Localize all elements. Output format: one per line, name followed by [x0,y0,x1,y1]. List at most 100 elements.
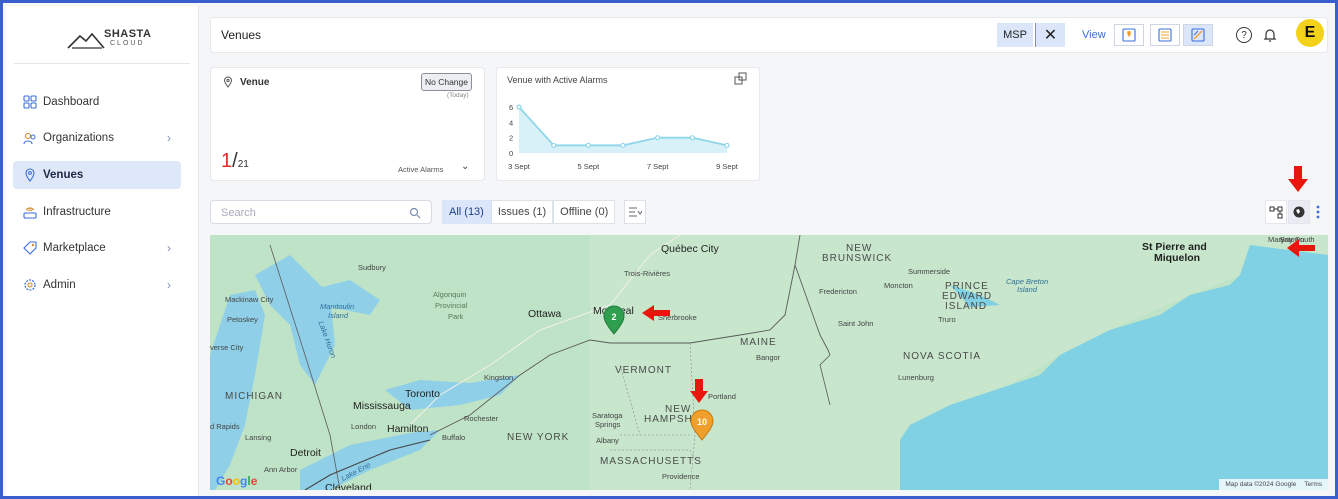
filter-issues[interactable]: Issues (1) [490,200,554,224]
map-label-saint-john: Saint John [838,319,874,328]
data-point[interactable] [585,142,591,148]
help-icon[interactable]: ? [1236,27,1252,43]
map-label-truro: Truro [938,315,956,324]
msp-chip[interactable]: MSP [997,23,1033,47]
annotation-arrow-left [642,305,670,321]
router-icon [23,205,37,219]
sidebar-item-label: Venues [43,169,84,181]
map-label-grand-rapids: d Rapids [210,422,240,431]
venue-cluster-marker[interactable]: 10 [689,409,715,441]
marker-count: 10 [697,417,707,427]
sidebar-item-admin[interactable]: Admin › [13,271,181,299]
avatar[interactable]: E [1296,19,1324,47]
y-tick-label: 0 [509,149,513,158]
annotation-arrow-left [1287,239,1315,257]
sidebar-item-infrastructure[interactable]: Infrastructure [13,198,181,226]
filter-list-icon [629,207,642,217]
data-point[interactable] [551,142,557,148]
map-label-london: London [351,422,377,431]
page-title: Venues [221,28,262,42]
total-count: 21 [237,159,249,170]
y-tick-label: 4 [509,118,513,127]
map-label-providence: Providence [662,472,700,481]
clear-msp-button[interactable]: ✕ [1035,23,1065,47]
map-label-kingston: Kingston [484,373,514,382]
data-point[interactable] [724,142,730,148]
more-options-button[interactable] [1311,200,1325,224]
map-label-buffalo: Buffalo [442,433,466,442]
map-terrain [210,235,1328,490]
map-label-portland: Portland [708,392,736,401]
search-input[interactable]: Search [210,200,432,224]
gear-icon [23,278,37,292]
list-view-icon [1158,28,1172,42]
sidebar-item-marketplace[interactable]: Marketplace › [13,234,181,262]
chevron-down-icon[interactable]: ⌄ [461,161,469,172]
venue-cluster-marker[interactable]: 2 [602,305,626,335]
map-label-petoskey: Petoskey [227,315,258,324]
y-tick-label: 6 [509,103,513,112]
grid-view-icon [1191,28,1205,42]
notification-bell-icon[interactable] [1263,27,1277,43]
active-count: 1 [221,150,233,172]
brand-name: SHASTA [104,28,152,40]
map-terms-link[interactable]: Terms [1304,481,1322,488]
filter-all[interactable]: All (13) [442,200,491,224]
map-label-cape-breton-2: Island [1017,285,1038,294]
data-point[interactable] [655,135,661,141]
sidebar-item-label: Dashboard [43,96,100,108]
sidebar-item-organizations[interactable]: Organizations › [13,124,181,152]
map-label-massachusetts: MASSACHUSETTS [600,456,702,467]
sidebar-item-label: Infrastructure [43,206,111,218]
map-label-moncton: Moncton [884,281,913,290]
data-point[interactable] [516,104,522,110]
globe-icon [1293,206,1305,218]
sidebar-item-dashboard[interactable]: Dashboard [13,88,181,116]
map-label-springs: Springs [595,420,621,429]
topology-view-button[interactable] [1265,200,1287,224]
data-point[interactable] [620,142,626,148]
map-label-albany: Albany [596,436,619,445]
map-label-nova-scotia: NOVA SCOTIA [903,351,982,362]
location-pin-icon [223,76,233,88]
map-label-pei-3: ISLAND [945,301,988,312]
map-attribution: Map data ©2024 Google Terms [1219,479,1328,490]
map-label-saratoga: Saratoga [592,411,623,420]
period-label: (Today) [447,92,469,99]
brand-logo[interactable]: SHASTA CLOUD [66,26,156,54]
sidebar-item-label: Marketplace [43,242,106,254]
filter-offline[interactable]: Offline (0) [553,200,616,224]
globe-view-button[interactable] [1288,200,1310,224]
list-view-button[interactable] [1150,24,1180,46]
map-view-button[interactable] [1114,24,1144,46]
map-data-credit: Map data ©2024 Google [1225,481,1297,488]
location-pin-icon [23,168,37,182]
data-point[interactable] [689,135,695,141]
map-label-manitoulin: Manitoulin [320,302,355,311]
map-label-quebec-city: Québec City [661,243,719,255]
filter-settings-button[interactable] [624,200,646,224]
active-alarms-label: Active Alarms [398,165,444,174]
map-label-manitoulin-island: Island [328,311,349,320]
map-label-michigan: MICHIGAN [225,391,283,402]
map-label-hamilton: Hamilton [387,423,429,435]
map-label-lunenburg: Lunenburg [898,373,934,382]
marker-count: 2 [611,312,616,322]
venue-count: 1/21 [221,150,249,173]
map-label-algonquin: Algonquin [433,290,467,299]
map-label-st-pierre-2: Miquelon [1154,252,1201,264]
map-label-ann-arbor: Ann Arbor [264,465,298,474]
sidebar-item-venues[interactable]: Venues [13,161,181,189]
active-alarms-chart-card: Venue with Active Alarms 64203 Sept 5 Sep… [496,67,760,181]
users-icon [23,131,37,145]
map-label-new-york: NEW YORK [507,432,570,443]
x-tick-label: 9 Sept [716,162,739,171]
grid-view-button[interactable] [1183,24,1213,46]
sidebar: SHASTA CLOUD Dashboard Organizations › V… [6,6,199,496]
topology-icon [1269,206,1283,219]
sidebar-divider [14,63,190,64]
map-label-vermont: VERMONT [615,365,672,376]
venue-map[interactable]: Québec City Trois-Rivières Sudbury Algon… [210,235,1328,490]
mountain-logo-icon [67,32,105,49]
map-label-detroit: Detroit [290,447,321,459]
